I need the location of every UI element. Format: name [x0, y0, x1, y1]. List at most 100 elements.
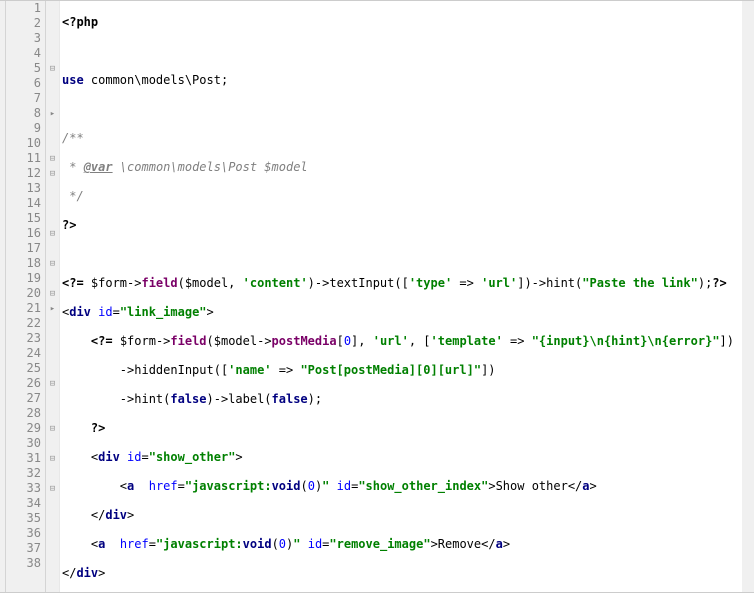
- code-line[interactable]: [60, 247, 754, 262]
- indent: [62, 421, 91, 435]
- text: )->label(: [207, 392, 272, 406]
- code-line[interactable]: ->hiddenInput(['name' => "Post[postMedia…: [60, 363, 754, 378]
- string: "javascript:: [185, 479, 272, 493]
- line-number: 20: [6, 286, 45, 301]
- fold-marker: [46, 1, 59, 16]
- text: , [: [409, 334, 431, 348]
- text: =: [113, 305, 120, 319]
- fold-toggle[interactable]: [46, 481, 59, 496]
- fold-toggle[interactable]: [46, 151, 59, 166]
- fold-marker: [46, 436, 59, 451]
- code-line[interactable]: [60, 44, 754, 59]
- code-line[interactable]: [60, 102, 754, 117]
- text: )->textInput([: [308, 276, 409, 290]
- line-number: 4: [6, 46, 45, 61]
- code-line[interactable]: <?php: [60, 15, 754, 30]
- php-open-tag: <?php: [62, 15, 98, 29]
- string: 'type': [409, 276, 452, 290]
- keyword-void: void: [243, 537, 272, 551]
- line-number: 21: [6, 301, 45, 316]
- string: "javascript:: [156, 537, 243, 551]
- code-line[interactable]: ->hint(false)->label(false);: [60, 392, 754, 407]
- fold-toggle[interactable]: [46, 286, 59, 301]
- line-number: 18: [6, 256, 45, 271]
- code-line[interactable]: * @var \common\models\Post $model: [60, 160, 754, 175]
- code-line[interactable]: */: [60, 189, 754, 204]
- text: >: [207, 305, 214, 319]
- code-line[interactable]: <div id="show_other">: [60, 450, 754, 465]
- code-area[interactable]: <?php use common\models\Post; /** * @var…: [60, 1, 754, 592]
- text: ],: [351, 334, 373, 348]
- code-line[interactable]: <?= $form->field($model, 'content')->tex…: [60, 276, 754, 291]
- line-number: 5: [6, 61, 45, 76]
- line-number: 1: [6, 1, 45, 16]
- html-attr: id: [98, 305, 112, 319]
- text: =>: [272, 363, 301, 377]
- line-number: 9: [6, 121, 45, 136]
- fold-toggle[interactable]: [46, 301, 59, 316]
- text: );: [698, 276, 712, 290]
- fold-column[interactable]: [46, 1, 60, 592]
- text: (: [272, 537, 279, 551]
- text: ($model->: [207, 334, 272, 348]
- html-tag: div: [98, 450, 127, 464]
- line-number: 2: [6, 16, 45, 31]
- doc-comment: \common\models\Post $model: [113, 160, 308, 174]
- doc-comment: *: [62, 160, 84, 174]
- method: field: [170, 334, 206, 348]
- text: ->hiddenInput([: [62, 363, 228, 377]
- string: "link_image": [120, 305, 207, 319]
- code-line[interactable]: ?>: [60, 218, 754, 233]
- doc-comment: /**: [62, 131, 84, 145]
- code-line[interactable]: <div id="link_image">: [60, 305, 754, 320]
- html-tag: div: [76, 566, 98, 580]
- fold-marker: [46, 211, 59, 226]
- html-attr: href: [149, 479, 178, 493]
- string: "Paste the link": [582, 276, 698, 290]
- fold-toggle[interactable]: [46, 166, 59, 181]
- html-attr: id: [308, 537, 322, 551]
- fold-marker: [46, 496, 59, 511]
- line-number: 19: [6, 271, 45, 286]
- text: <: [62, 479, 127, 493]
- keyword-void: void: [272, 479, 301, 493]
- code-editor[interactable]: 1 2 3 4 5 6 7 8 9 10 11 12 13 14 15 16 1…: [0, 0, 754, 593]
- keyword-false: false: [272, 392, 308, 406]
- code-line[interactable]: </div>: [60, 566, 754, 581]
- code-line[interactable]: <a href="javascript:void(0)" id="show_ot…: [60, 479, 754, 494]
- php-echo-tag: <?=: [91, 334, 113, 348]
- code-line[interactable]: use common\models\Post;: [60, 73, 754, 88]
- fold-marker: [46, 76, 59, 91]
- string: "remove_image": [329, 537, 430, 551]
- text: =: [178, 479, 185, 493]
- html-tag: div: [105, 508, 127, 522]
- code-line[interactable]: /**: [60, 131, 754, 146]
- fold-toggle[interactable]: [46, 256, 59, 271]
- fold-toggle[interactable]: [46, 61, 59, 76]
- line-number: 32: [6, 466, 45, 481]
- text: >: [590, 479, 597, 493]
- line-number: 23: [6, 331, 45, 346]
- line-number: 35: [6, 511, 45, 526]
- code-line[interactable]: <a href="javascript:void(0)" id="remove_…: [60, 537, 754, 552]
- line-number: 13: [6, 181, 45, 196]
- indent: [62, 334, 91, 348]
- fold-marker: [46, 331, 59, 346]
- code-line[interactable]: </div>: [60, 508, 754, 523]
- code-line[interactable]: <?= $form->field($model->postMedia[0], '…: [60, 334, 754, 349]
- vertical-scrollbar[interactable]: [742, 1, 754, 592]
- fold-toggle[interactable]: [46, 421, 59, 436]
- number: 0: [344, 334, 351, 348]
- fold-marker: [46, 511, 59, 526]
- fold-toggle[interactable]: [46, 376, 59, 391]
- fold-marker: [46, 556, 59, 571]
- fold-toggle[interactable]: [46, 226, 59, 241]
- code-line[interactable]: ?>: [60, 421, 754, 436]
- string: 'url': [373, 334, 409, 348]
- line-number: 26: [6, 376, 45, 391]
- fold-marker: [46, 181, 59, 196]
- string: 'name': [228, 363, 271, 377]
- line-number: 6: [6, 76, 45, 91]
- fold-toggle[interactable]: [46, 451, 59, 466]
- fold-toggle[interactable]: [46, 106, 59, 121]
